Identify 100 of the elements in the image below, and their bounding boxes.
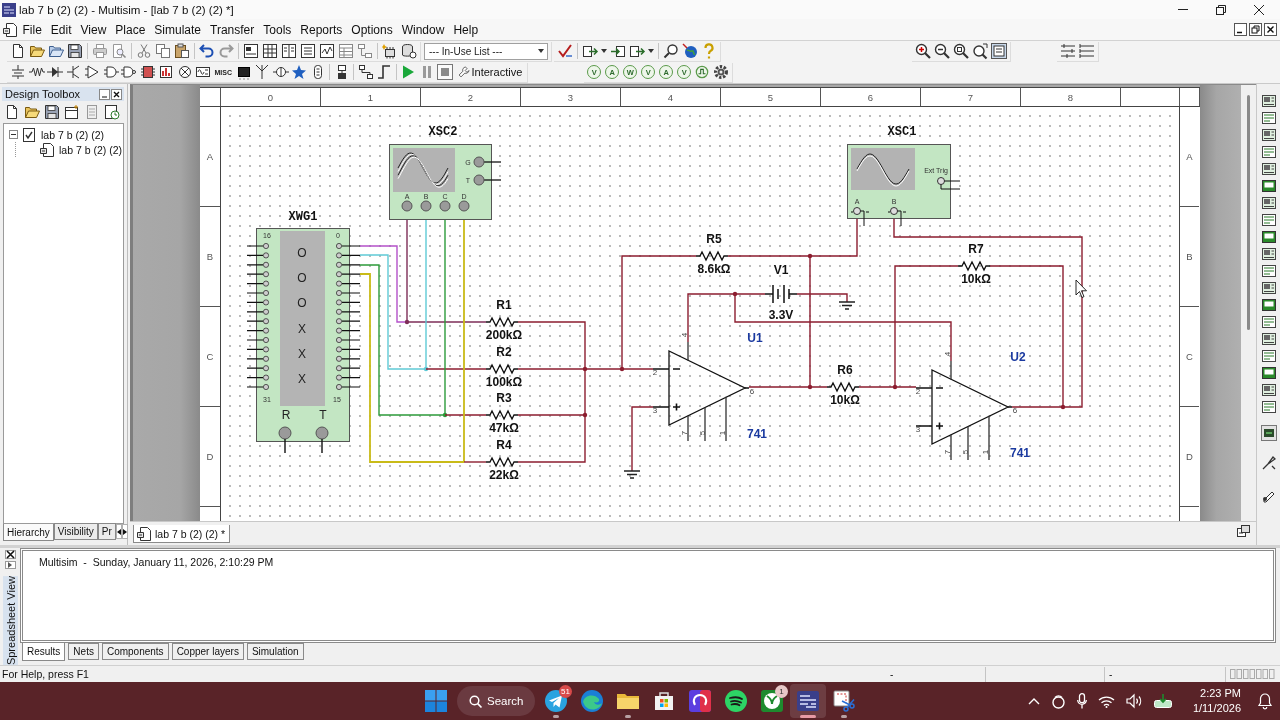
bell-icon[interactable]	[1258, 693, 1272, 709]
vertical-scrollbar[interactable]	[1241, 85, 1256, 521]
menu-item[interactable]: Help	[448, 22, 483, 37]
paste-icon[interactable]	[174, 43, 190, 59]
menu-item[interactable]: Tools	[258, 22, 296, 37]
settings-icon[interactable]	[713, 64, 730, 80]
logic-gate-icon[interactable]	[121, 64, 137, 80]
instrument-icon[interactable]	[1260, 144, 1277, 160]
amplifier-icon[interactable]	[84, 64, 100, 80]
instrument-icon[interactable]	[1260, 280, 1277, 296]
taskbar-app-button[interactable]	[790, 684, 826, 718]
printer-icon[interactable]	[92, 43, 108, 59]
diode-icon[interactable]	[47, 64, 63, 80]
relay-icon[interactable]	[272, 64, 289, 80]
import-icon[interactable]	[610, 43, 626, 59]
pulse-probe-icon[interactable]	[695, 65, 710, 79]
cut-icon[interactable]	[136, 43, 152, 59]
tree-item[interactable]: lab 7 b (2) (2)	[58, 143, 124, 156]
instrument-icon[interactable]	[1260, 127, 1277, 143]
database-gear-icon[interactable]	[401, 43, 417, 59]
close-icon[interactable]	[1254, 4, 1264, 15]
export-icon[interactable]	[629, 43, 645, 59]
instrument-icon[interactable]	[1260, 297, 1277, 313]
instrument-icon[interactable]	[1260, 161, 1277, 177]
instrument-icon[interactable]	[1260, 229, 1277, 245]
instrument-icon[interactable]	[1260, 195, 1277, 211]
open-folder-icon[interactable]	[29, 43, 45, 59]
zoom-area-icon[interactable]	[953, 43, 969, 59]
undo-icon[interactable]	[199, 43, 215, 59]
pin-button[interactable]	[4, 561, 16, 569]
restore-icon[interactable]	[1249, 23, 1262, 36]
spreadsheet-tab[interactable]: Copper layers	[171, 643, 244, 660]
instrument-icon[interactable]	[1260, 382, 1277, 398]
chip-icon[interactable]	[235, 64, 252, 80]
in-use-list-dropdown[interactable]: --- In-Use List ---	[424, 42, 548, 60]
menu-item[interactable]: Options	[346, 22, 398, 37]
instrument-icon[interactable]	[1260, 425, 1277, 441]
resize-grip-icon[interactable]	[1230, 669, 1276, 679]
instrument-icon[interactable]	[1260, 348, 1277, 364]
document-tab[interactable]: lab 7 b (2) (2) *	[133, 525, 231, 543]
clock-date[interactable]: 1/11/2026	[1192, 701, 1241, 716]
scroll-right-button[interactable]	[121, 524, 128, 539]
collapse-icon[interactable]	[9, 130, 18, 139]
check-mark-icon[interactable]	[557, 43, 573, 59]
bus-icon[interactable]	[357, 64, 374, 80]
list-lines-icon[interactable]	[1079, 43, 1095, 59]
caret-down-icon[interactable]	[538, 49, 544, 53]
history-icon[interactable]	[104, 104, 120, 120]
star-icon[interactable]	[291, 64, 307, 80]
chip-icon[interactable]	[139, 64, 156, 80]
chevron-up-icon[interactable]	[1027, 697, 1040, 705]
caret-down-icon[interactable]	[601, 49, 607, 53]
speaker-icon[interactable]	[1125, 694, 1143, 708]
microphone-icon[interactable]	[1076, 693, 1087, 709]
antenna-icon[interactable]	[254, 64, 270, 80]
instrument-icon[interactable]	[1260, 110, 1277, 126]
print-preview-icon[interactable]	[111, 43, 127, 59]
new-window-icon[interactable]	[64, 104, 80, 120]
caret-down-icon[interactable]	[648, 49, 654, 53]
lamp-icon[interactable]	[176, 64, 193, 80]
zoom-out-icon[interactable]	[934, 43, 950, 59]
menu-item[interactable]: View	[76, 22, 111, 37]
new-file-icon[interactable]	[10, 43, 26, 59]
wifi-icon[interactable]	[1097, 694, 1115, 708]
instrument-icon[interactable]	[1260, 246, 1277, 262]
close-icon[interactable]	[1264, 23, 1277, 36]
export-icon[interactable]	[582, 43, 598, 59]
tree-window-icon[interactable]	[357, 43, 373, 59]
globe-icon[interactable]	[682, 43, 698, 59]
search-box[interactable]: Search	[457, 686, 535, 716]
minimize-icon[interactable]	[1234, 23, 1247, 36]
new-file-icon[interactable]	[4, 104, 20, 120]
mixed-chip-icon[interactable]	[195, 64, 211, 80]
maximize-icon[interactable]	[1216, 4, 1226, 15]
spreadsheet-tab[interactable]: Simulation	[246, 643, 304, 660]
window-panel-icon[interactable]	[243, 43, 259, 59]
step-icon[interactable]	[376, 64, 392, 80]
save-icon[interactable]	[67, 43, 83, 59]
list-window-icon[interactable]	[300, 43, 316, 59]
panel-tab[interactable]: Hierarchy	[3, 524, 54, 541]
spreadsheet-tab[interactable]: Components	[101, 643, 169, 660]
stop-icon[interactable]	[437, 64, 453, 80]
grid-window-icon[interactable]	[262, 43, 278, 59]
menu-item[interactable]: Reports	[295, 22, 347, 37]
logic-gate-icon[interactable]	[102, 64, 119, 80]
ring-icon[interactable]	[1050, 693, 1066, 709]
simulation-mode-button[interactable]: Interactive	[455, 63, 525, 81]
zoom-in-icon[interactable]	[915, 43, 931, 59]
instrument-icon[interactable]	[1260, 212, 1277, 228]
probe-icon[interactable]	[1260, 455, 1277, 471]
menu-item[interactable]: Transfer	[205, 22, 259, 37]
save-icon[interactable]	[44, 104, 60, 120]
tray-download-icon[interactable]	[1153, 694, 1172, 708]
taskbar-app-button[interactable]: 51	[538, 684, 574, 718]
menu-item[interactable]: Edit	[46, 22, 77, 37]
instrument-icon[interactable]	[1260, 365, 1277, 381]
menu-item[interactable]: File	[18, 22, 47, 37]
full-screen-icon[interactable]	[991, 43, 1007, 59]
spreadsheet-tab[interactable]: Nets	[68, 643, 99, 660]
panel-tab[interactable]: Visibility	[53, 523, 98, 540]
